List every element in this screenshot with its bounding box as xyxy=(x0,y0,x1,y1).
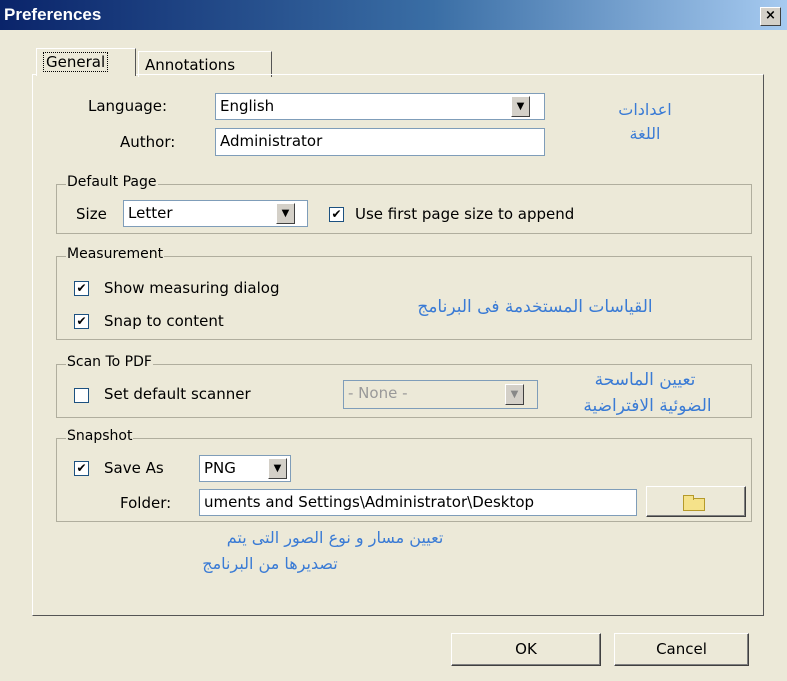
save-as-checkbox[interactable]: ✔ xyxy=(74,461,89,476)
language-dropdown-arrow[interactable]: ▼ xyxy=(511,96,530,117)
snapshot-annotation-line1: تعيين مسار و نوع الصور التى يتم xyxy=(226,528,444,547)
language-value: English xyxy=(220,97,275,115)
measurement-annotation: القياسات المستخدمة فى البرنامج xyxy=(417,297,653,317)
folder-label: Folder: xyxy=(120,494,172,512)
scanner-annotation-line1: تعيين الماسحة xyxy=(594,370,696,390)
language-annotation-line2: اللغة xyxy=(629,124,661,143)
author-input[interactable]: Administrator xyxy=(215,128,545,156)
snap-to-content-label: Snap to content xyxy=(104,312,224,330)
use-first-page-checkbox[interactable]: ✔ xyxy=(329,207,344,222)
measurement-title: Measurement xyxy=(66,246,165,262)
save-as-label: Save As xyxy=(104,459,164,477)
format-dropdown-arrow[interactable]: ▼ xyxy=(268,458,287,479)
check-icon: ✔ xyxy=(76,314,87,328)
tab-general-label: General xyxy=(43,52,109,72)
snapshot-title: Snapshot xyxy=(66,428,134,444)
close-button[interactable]: × xyxy=(760,7,781,26)
language-annotation-line1: اعدادات xyxy=(618,100,672,119)
chevron-down-icon: ▼ xyxy=(510,389,519,400)
chevron-down-icon: ▼ xyxy=(273,463,282,474)
default-page-title: Default Page xyxy=(66,174,158,190)
check-icon: ✔ xyxy=(76,281,87,295)
scan-to-pdf-title: Scan To PDF xyxy=(66,354,153,370)
scanner-dropdown-arrow[interactable]: ▼ xyxy=(505,384,524,405)
use-first-page-label: Use first page size to append xyxy=(355,205,575,223)
cancel-button[interactable]: Cancel xyxy=(614,633,749,666)
folder-path-input[interactable]: uments and Settings\Administrator\Deskto… xyxy=(199,489,637,516)
size-value: Letter xyxy=(128,204,173,222)
language-label: Language: xyxy=(88,97,168,115)
cancel-label: Cancel xyxy=(656,640,707,658)
title-bar: Preferences × xyxy=(0,0,787,30)
show-measuring-dialog-label: Show measuring dialog xyxy=(104,279,280,297)
ok-button[interactable]: OK xyxy=(451,633,601,666)
chevron-down-icon: ▼ xyxy=(516,101,525,112)
ok-label: OK xyxy=(515,640,537,658)
size-label: Size xyxy=(76,205,107,223)
size-dropdown-arrow[interactable]: ▼ xyxy=(276,203,295,224)
close-icon: × xyxy=(765,8,776,23)
snap-to-content-checkbox[interactable]: ✔ xyxy=(74,314,89,329)
show-measuring-dialog-checkbox[interactable]: ✔ xyxy=(74,281,89,296)
chevron-down-icon: ▼ xyxy=(281,208,290,219)
set-default-scanner-label: Set default scanner xyxy=(104,385,251,403)
snapshot-annotation-line2: تصديرها من البرنامج xyxy=(202,554,338,573)
scanner-value: - None - xyxy=(348,384,408,402)
language-select[interactable]: English xyxy=(215,93,545,120)
folder-path-value: uments and Settings\Administrator\Deskto… xyxy=(204,493,535,511)
tab-general[interactable]: General xyxy=(36,48,136,76)
browse-folder-button[interactable] xyxy=(646,486,746,517)
check-icon: ✔ xyxy=(76,461,87,475)
check-icon: ✔ xyxy=(331,207,342,221)
set-default-scanner-checkbox[interactable] xyxy=(74,388,89,403)
scanner-annotation-line2: الضوئية الافتراضية xyxy=(583,396,712,416)
folder-icon xyxy=(683,495,705,511)
author-label: Author: xyxy=(120,133,176,151)
author-value: Administrator xyxy=(220,132,323,150)
window-title: Preferences xyxy=(4,5,102,24)
tab-annotations-label: Annotations xyxy=(145,56,236,74)
format-value: PNG xyxy=(204,459,236,477)
